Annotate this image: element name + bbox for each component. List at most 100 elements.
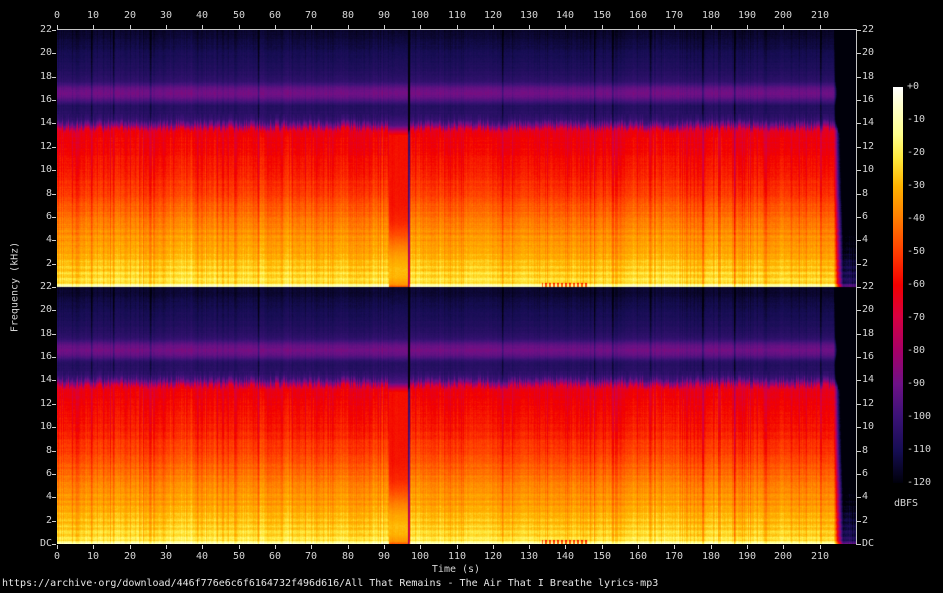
time-tick-label: 120 (483, 551, 503, 562)
time-tick-label: 40 (195, 10, 209, 21)
freq-tick-mark (52, 544, 56, 545)
freq-tick-mark (857, 287, 861, 288)
freq-tick-label: 8 (45, 188, 52, 199)
time-tick-label: 180 (701, 551, 721, 562)
time-tick-label: 140 (555, 10, 575, 21)
time-tick-mark (57, 25, 58, 29)
freq-tick-label: 14 (39, 374, 52, 385)
time-tick-mark (239, 545, 240, 549)
freq-tick-label: 8 (862, 445, 869, 456)
time-tick-mark (457, 545, 458, 549)
time-tick-mark (202, 25, 203, 29)
time-tick-mark (348, 545, 349, 549)
time-tick-mark (820, 25, 821, 29)
freq-tick-mark (52, 357, 56, 358)
freq-tick-mark (857, 30, 861, 31)
freq-tick-mark (52, 451, 56, 452)
time-tick-label: 130 (519, 551, 539, 562)
time-tick-mark (384, 545, 385, 549)
time-tick-mark (565, 25, 566, 29)
time-tick-mark (384, 25, 385, 29)
time-tick-label: 10 (86, 551, 100, 562)
time-tick-mark (602, 25, 603, 29)
freq-tick-label: 22 (39, 281, 52, 292)
time-tick-label: 80 (341, 10, 355, 21)
freq-tick-label: 4 (862, 234, 869, 245)
freq-tick-label: 14 (862, 374, 875, 385)
time-tick-mark (239, 25, 240, 29)
freq-tick-label: 16 (862, 351, 875, 362)
freq-tick-mark (52, 123, 56, 124)
freq-tick-mark (52, 287, 56, 288)
time-tick-mark (311, 25, 312, 29)
freq-tick-label: 14 (39, 117, 52, 128)
time-tick-label: 50 (232, 551, 246, 562)
freq-tick-label: 16 (862, 94, 875, 105)
freq-tick-mark (857, 264, 861, 265)
freq-tick-mark (52, 334, 56, 335)
time-tick-label: 20 (123, 10, 137, 21)
colorbar-tick-label: -110 (907, 444, 932, 455)
colorbar-tick-label: -30 (907, 180, 926, 191)
freq-tick-label: 6 (862, 211, 869, 222)
freq-tick-mark (52, 77, 56, 78)
colorbar-gradient (893, 87, 903, 483)
freq-tick-label: 8 (862, 188, 869, 199)
time-tick-mark (275, 545, 276, 549)
time-tick-mark (529, 25, 530, 29)
time-tick-mark (674, 25, 675, 29)
freq-tick-label: 20 (39, 47, 52, 58)
freq-tick-mark (857, 451, 861, 452)
freq-tick-label: 10 (39, 421, 52, 432)
time-tick-label: 150 (592, 10, 612, 21)
time-tick-mark (311, 545, 312, 549)
time-tick-mark (93, 545, 94, 549)
time-tick-mark (638, 25, 639, 29)
colorbar-tick-label: -120 (907, 477, 932, 488)
freq-tick-mark (52, 380, 56, 381)
time-tick-mark (457, 25, 458, 29)
time-tick-label: 30 (159, 10, 173, 21)
freq-tick-mark (857, 77, 861, 78)
freq-tick-mark (857, 544, 861, 545)
freq-tick-mark (52, 30, 56, 31)
freq-tick-label: 16 (39, 94, 52, 105)
freq-tick-mark (52, 194, 56, 195)
time-tick-label: 150 (592, 551, 612, 562)
freq-tick-mark (52, 264, 56, 265)
time-tick-mark (202, 545, 203, 549)
colorbar-tick-label: -20 (907, 147, 926, 158)
freq-tick-label: 22 (39, 24, 52, 35)
freq-tick-label: 22 (862, 281, 875, 292)
freq-tick-label: 18 (862, 71, 875, 82)
time-tick-mark (747, 545, 748, 549)
time-tick-label: 60 (268, 551, 282, 562)
freq-tick-mark (52, 404, 56, 405)
freq-tick-label: 14 (862, 117, 875, 128)
time-tick-mark (57, 545, 58, 549)
freq-tick-label: 2 (45, 258, 52, 269)
freq-tick-label: 2 (862, 515, 869, 526)
time-tick-mark (783, 545, 784, 549)
time-tick-label: 200 (773, 10, 793, 21)
freq-tick-label: 12 (862, 141, 875, 152)
freq-tick-label: 8 (45, 445, 52, 456)
time-tick-label: 20 (123, 551, 137, 562)
freq-tick-mark (52, 147, 56, 148)
freq-tick-mark (52, 53, 56, 54)
time-tick-mark (166, 25, 167, 29)
freq-tick-mark (52, 474, 56, 475)
colorbar-unit-label: dBFS (894, 498, 919, 509)
colorbar-tick-label: +0 (907, 81, 920, 92)
time-tick-mark (711, 25, 712, 29)
time-tick-mark (783, 25, 784, 29)
time-tick-mark (275, 25, 276, 29)
time-tick-label: 130 (519, 10, 539, 21)
freq-tick-mark (857, 334, 861, 335)
time-tick-label: 70 (304, 10, 318, 21)
freq-tick-mark (857, 194, 861, 195)
time-tick-label: 100 (410, 551, 430, 562)
colorbar-tick-label: -60 (907, 279, 926, 290)
freq-tick-mark (857, 497, 861, 498)
freq-tick-label: 6 (45, 211, 52, 222)
